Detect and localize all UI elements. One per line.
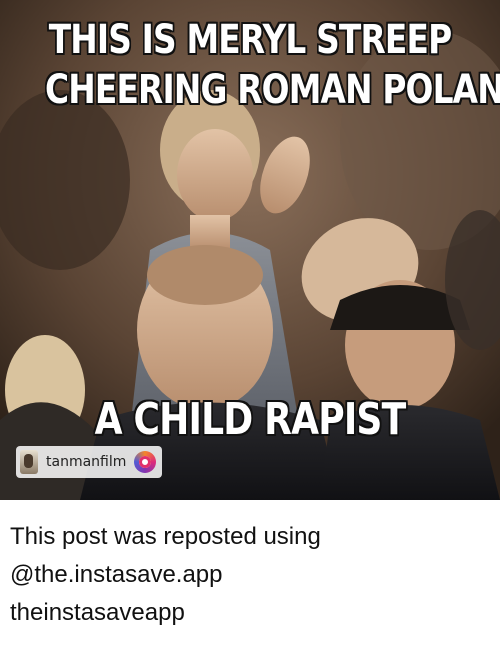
meme-top-caption-line-1: THIS IS MERYL STREEP (48, 17, 452, 63)
caption-line-2: @the.instasave.app (10, 561, 223, 588)
caption-line-3: theinstasaveapp (10, 599, 185, 626)
meme-post: THIS IS MERYL STREEP CHEERING ROMAN POLA… (0, 0, 500, 654)
meme-top-caption-line-2: CHEERING ROMAN POLANSKI (45, 67, 500, 113)
watermark-username: tanmanfilm (46, 454, 127, 470)
meme-photo: THIS IS MERYL STREEP CHEERING ROMAN POLA… (0, 0, 500, 500)
repost-caption: This post was reposted using @the.instas… (10, 518, 490, 632)
user-avatar-icon (20, 450, 38, 474)
instagram-logo-icon (134, 451, 157, 473)
meme-bottom-caption: A CHILD RAPIST (94, 394, 407, 445)
caption-line-1: This post was reposted using (10, 523, 321, 550)
account-watermark: tanmanfilm (16, 446, 163, 478)
